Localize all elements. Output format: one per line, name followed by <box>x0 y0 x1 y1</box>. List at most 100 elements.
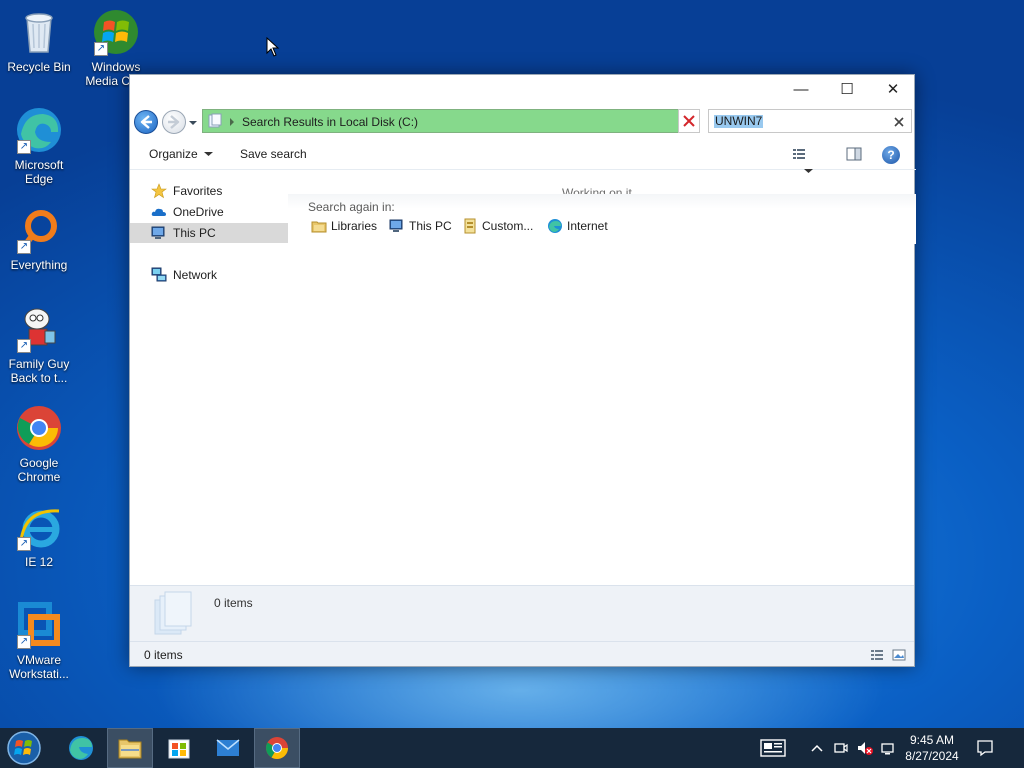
desktop-icon-family-guy[interactable]: ↗ Family Guy Back to t... <box>1 305 77 385</box>
computer-icon <box>151 226 165 239</box>
close-button[interactable]: ✕ <box>870 75 916 105</box>
shortcut-arrow-icon: ↗ <box>17 537 31 551</box>
file-explorer-window: — ☐ ✕ Search Results in Local Disk (C:) … <box>129 74 916 667</box>
desktop-icon-everything[interactable]: ↗ Everything <box>1 206 77 272</box>
desktop-icon-label: Google Chrome <box>17 456 61 484</box>
desktop-icon-label: Family Guy Back to t... <box>8 357 70 385</box>
nav-item-favorites[interactable]: Favorites <box>130 181 288 201</box>
command-bar: Organize Save search ? <box>130 138 916 173</box>
search-box[interactable]: UNWIN7 <box>708 109 912 133</box>
windows-media-center-icon: ↗ <box>92 8 140 56</box>
desktop-icon-vmware[interactable]: ↗ VMware Workstati... <box>1 601 77 681</box>
forward-button[interactable] <box>162 110 186 134</box>
mail-envelope-icon <box>216 739 240 756</box>
red-x-icon <box>683 115 695 127</box>
nav-label: OneDrive <box>173 205 224 219</box>
edge-browser-icon <box>548 219 562 233</box>
taskbar-mail-button[interactable] <box>205 728 251 768</box>
desktop-icon-label: IE 12 <box>24 555 54 569</box>
search-again-area: Search again in: Libraries This PC Custo… <box>288 194 916 244</box>
microsoft-edge-icon: ↗ <box>15 106 63 154</box>
organize-button[interactable]: Organize <box>149 147 214 161</box>
location-label: Internet <box>567 219 608 233</box>
nav-item-onedrive[interactable]: OneDrive <box>130 202 288 222</box>
desktop-icon-label: Everything <box>10 258 68 272</box>
taskbar-chrome-button[interactable] <box>254 728 300 768</box>
save-search-button[interactable]: Save search <box>240 147 307 161</box>
back-arrow-icon <box>140 115 152 129</box>
taskbar: 9:45 AM 8/27/2024 <box>0 728 1024 768</box>
news-widget-icon[interactable] <box>760 739 786 757</box>
taskbar-store-button[interactable] <box>156 728 202 768</box>
nav-item-network[interactable]: Network <box>130 265 288 285</box>
stop-search-button[interactable] <box>678 109 700 133</box>
help-icon: ? <box>887 148 895 162</box>
taskbar-file-explorer-button[interactable] <box>107 728 153 768</box>
desktop-icon-label: Microsoft Edge <box>14 158 64 186</box>
details-view-toggle-icon[interactable] <box>870 649 884 661</box>
clock-time: 9:45 AM <box>909 733 955 747</box>
custom-folder-icon <box>464 218 476 234</box>
back-button[interactable] <box>134 110 158 134</box>
meet-now-icon[interactable] <box>833 740 849 756</box>
recent-locations-dropdown[interactable] <box>188 117 198 127</box>
everything-search-icon: ↗ <box>15 206 63 254</box>
large-icons-view-toggle-icon[interactable] <box>892 649 906 661</box>
microsoft-edge-icon <box>69 736 93 760</box>
google-chrome-icon <box>15 404 63 452</box>
file-explorer-folder-icon <box>118 739 142 759</box>
network-icon <box>151 267 167 282</box>
desktop-icon-recycle-bin[interactable]: Recycle Bin <box>1 8 77 74</box>
search-again-label: Search again in: <box>308 200 395 214</box>
chevron-down-icon <box>204 152 214 156</box>
windows-start-orb-icon <box>7 731 41 765</box>
taskbar-clock[interactable]: 9:45 AM 8/27/2024 <box>900 732 964 764</box>
microsoft-store-icon <box>168 739 190 759</box>
preview-pane-button[interactable] <box>846 147 864 163</box>
computer-icon <box>389 219 403 232</box>
recycle-bin-icon <box>15 8 63 56</box>
organize-label: Organize <box>149 147 198 161</box>
change-view-button[interactable] <box>792 147 828 173</box>
volume-muted-icon[interactable] <box>856 740 874 756</box>
desktop-icon-label: VMware Workstati... <box>9 653 69 681</box>
search-input-text[interactable]: UNWIN7 <box>714 115 764 128</box>
empty-documents-icon <box>154 591 192 635</box>
network-status-icon[interactable] <box>880 740 896 756</box>
start-button[interactable] <box>4 728 50 768</box>
help-button[interactable]: ? <box>882 146 900 164</box>
google-chrome-icon <box>266 737 288 759</box>
show-hidden-icons-chevron-icon[interactable] <box>810 743 824 753</box>
desktop-icon-microsoft-edge[interactable]: ↗ Microsoft Edge <box>1 106 77 186</box>
shortcut-arrow-icon: ↗ <box>17 140 31 154</box>
forward-arrow-icon <box>168 115 180 129</box>
libraries-folder-icon <box>311 221 327 233</box>
internet-explorer-icon: ↗ <box>15 503 63 551</box>
mouse-cursor-icon <box>266 37 280 57</box>
shortcut-arrow-icon: ↗ <box>17 635 31 649</box>
preview-pane-icon <box>846 147 862 161</box>
notifications-icon[interactable] <box>976 739 994 757</box>
location-label: Custom... <box>482 219 534 233</box>
breadcrumb-chevron-icon[interactable] <box>228 117 236 127</box>
maximize-button[interactable]: ☐ <box>824 75 870 105</box>
taskbar-edge-button[interactable] <box>58 728 104 768</box>
shortcut-arrow-icon: ↗ <box>94 42 108 56</box>
details-view-icon <box>793 149 805 159</box>
nav-item-this-pc[interactable]: This PC <box>130 223 288 243</box>
search-folder-icon <box>208 113 222 128</box>
desktop-icon-label: Recycle Bin <box>7 60 71 74</box>
minimize-button[interactable]: — <box>778 75 824 105</box>
desktop-icon-google-chrome[interactable]: Google Chrome <box>1 404 77 484</box>
navigation-pane: Favorites OneDrive This PC Network <box>130 171 288 585</box>
clear-search-icon[interactable] <box>893 116 905 128</box>
window-titlebar[interactable]: — ☐ ✕ <box>130 75 914 105</box>
address-bar[interactable]: Search Results in Local Disk (C:) <box>202 109 700 133</box>
shortcut-arrow-icon: ↗ <box>17 339 31 353</box>
location-label: Libraries <box>331 219 378 233</box>
desktop-icon-ie12[interactable]: ↗ IE 12 <box>1 503 77 569</box>
address-path: Search Results in Local Disk (C:) <box>242 115 419 129</box>
chevron-down-icon <box>189 121 197 125</box>
family-guy-game-icon: ↗ <box>15 305 63 353</box>
address-row: Search Results in Local Disk (C:) UNWIN7 <box>130 108 916 136</box>
